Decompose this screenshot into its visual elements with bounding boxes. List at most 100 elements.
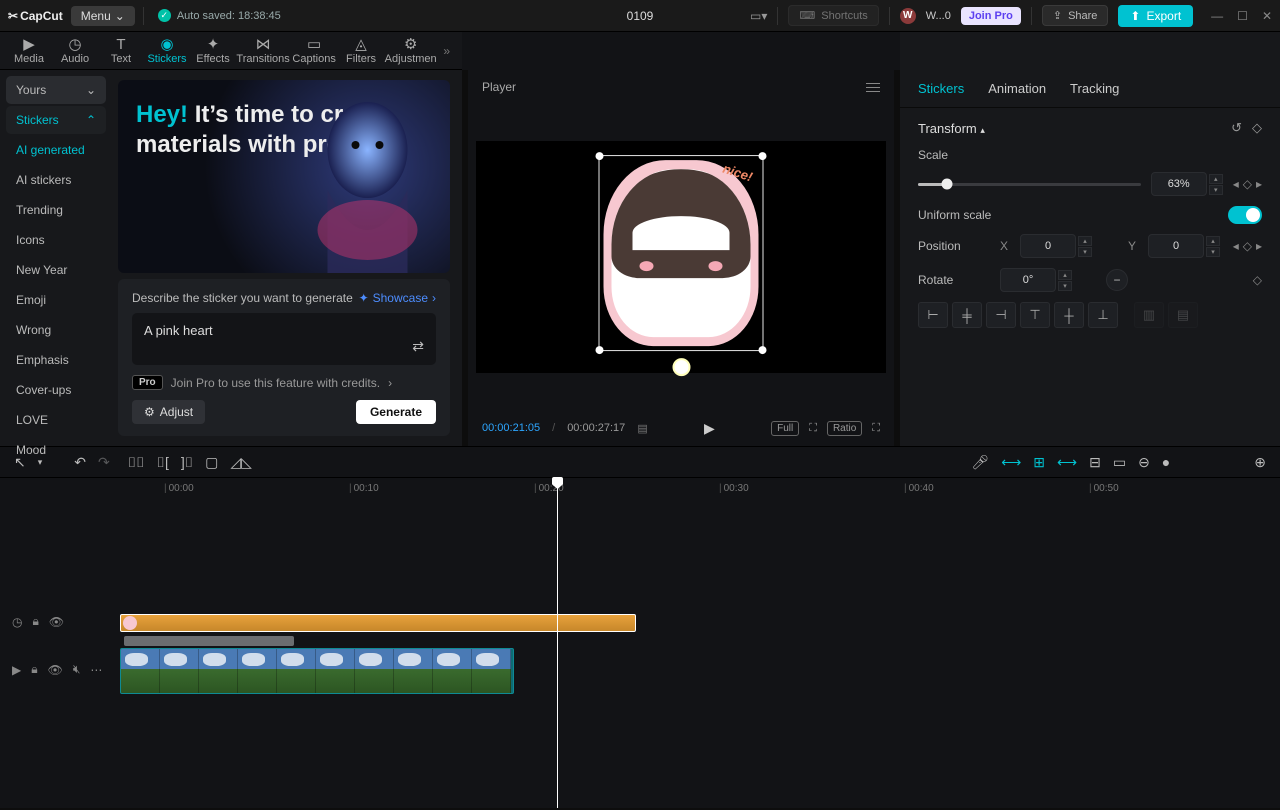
minimize-icon[interactable]: — bbox=[1211, 9, 1223, 23]
showcase-link[interactable]: ✦ Showcase › bbox=[359, 291, 436, 305]
scale-stepper[interactable]: ▴▾ bbox=[1209, 174, 1223, 195]
crop-icon[interactable]: ⛶ bbox=[809, 422, 817, 435]
cat-ai-stickers[interactable]: AI stickers bbox=[6, 166, 106, 194]
resize-handle-tl[interactable] bbox=[596, 152, 604, 160]
align-center-v[interactable]: ┼ bbox=[1054, 302, 1084, 328]
align-left[interactable]: ⊢ bbox=[918, 302, 948, 328]
zoom-slider[interactable]: ● bbox=[1162, 454, 1170, 470]
scale-value[interactable]: 63% bbox=[1151, 172, 1207, 196]
share-button[interactable]: ⇪ Share bbox=[1042, 5, 1109, 26]
keyframe-icon[interactable]: ◇ bbox=[1243, 239, 1252, 253]
project-name[interactable]: 0109 bbox=[627, 9, 654, 23]
tab-media[interactable]: ▶Media bbox=[6, 33, 52, 68]
tab-effects[interactable]: ✦Effects bbox=[190, 33, 236, 68]
menu-button[interactable]: Menu ⌄ bbox=[71, 6, 135, 26]
cat-emoji[interactable]: Emoji bbox=[6, 286, 106, 314]
split-button[interactable]: ⌷⌷ bbox=[128, 454, 145, 471]
resize-handle-bl[interactable] bbox=[596, 346, 604, 354]
keyframe-icon[interactable]: ◇ bbox=[1243, 177, 1252, 191]
uniform-scale-toggle[interactable] bbox=[1228, 206, 1262, 224]
redo-button[interactable]: ↷ bbox=[98, 454, 110, 471]
tab-audio[interactable]: ◷Audio bbox=[52, 33, 98, 68]
keyframe-prev-icon[interactable]: ◂ bbox=[1233, 177, 1239, 191]
cat-love[interactable]: LOVE bbox=[6, 406, 106, 434]
full-button[interactable]: Full bbox=[771, 421, 799, 436]
keyframe-next-icon[interactable]: ▸ bbox=[1256, 177, 1262, 191]
zoom-in-icon[interactable]: ⊕ bbox=[1254, 454, 1266, 471]
resize-handle-br[interactable] bbox=[759, 346, 767, 354]
aspect-menu-icon[interactable]: ▭▾ bbox=[750, 9, 767, 23]
link-icon[interactable]: ⊟ bbox=[1089, 454, 1101, 471]
timeline[interactable]: ◷🔒︎👁 ▶🔒︎👁🔇︎⋯ ✎Cover bbox=[0, 498, 1280, 808]
cat-new-year[interactable]: New Year bbox=[6, 256, 106, 284]
join-pro-button[interactable]: Join Pro bbox=[961, 7, 1021, 25]
reset-icon[interactable]: ↺ bbox=[1231, 120, 1242, 136]
ai-generated-item[interactable]: AI generated bbox=[6, 136, 106, 164]
tab-stickers[interactable]: Stickers bbox=[918, 81, 964, 96]
scale-slider[interactable] bbox=[918, 183, 1141, 186]
video-clip[interactable] bbox=[120, 648, 514, 694]
prompt-input[interactable]: A pink heart ⇄ bbox=[132, 313, 436, 365]
pointer-menu-icon[interactable]: ▾ bbox=[38, 457, 43, 468]
tab-animation[interactable]: Animation bbox=[988, 81, 1046, 96]
compare-icon[interactable]: ▤ bbox=[637, 422, 647, 435]
x-stepper[interactable]: ▴▾ bbox=[1078, 236, 1092, 257]
adjust-button[interactable]: ⚙Adjust bbox=[132, 400, 205, 424]
play-button[interactable]: ▶ bbox=[704, 420, 715, 437]
zoom-out-icon[interactable]: ⊖ bbox=[1138, 454, 1150, 471]
player-menu-icon[interactable] bbox=[866, 83, 880, 92]
stickers-category[interactable]: Stickers⌃ bbox=[6, 106, 106, 134]
cat-icons[interactable]: Icons bbox=[6, 226, 106, 254]
align-bottom[interactable]: ⊥ bbox=[1088, 302, 1118, 328]
align-right[interactable]: ⊣ bbox=[986, 302, 1016, 328]
sticker-selection[interactable]: nice! bbox=[599, 155, 764, 351]
close-icon[interactable]: ✕ bbox=[1262, 9, 1272, 23]
export-button[interactable]: ⬆ Export bbox=[1118, 5, 1193, 27]
keyframe-prev-icon[interactable]: ◂ bbox=[1233, 239, 1239, 253]
cat-wrong[interactable]: Wrong bbox=[6, 316, 106, 344]
keyframe-icon[interactable]: ◇ bbox=[1252, 120, 1262, 136]
tab-text[interactable]: TText bbox=[98, 33, 144, 68]
rotate-value[interactable]: 0° bbox=[1000, 268, 1056, 292]
tab-filters[interactable]: ◬Filters bbox=[338, 33, 384, 68]
keyframe-icon[interactable]: ◇ bbox=[1253, 273, 1262, 287]
rotate-handle[interactable] bbox=[672, 358, 690, 376]
cat-trending[interactable]: Trending bbox=[6, 196, 106, 224]
flip-button[interactable]: − bbox=[1106, 269, 1128, 291]
delete-button[interactable]: ▢ bbox=[205, 454, 218, 471]
cat-coverups[interactable]: Cover-ups bbox=[6, 376, 106, 404]
keyframe-next-icon[interactable]: ▸ bbox=[1256, 239, 1262, 253]
generate-button[interactable]: Generate bbox=[356, 400, 436, 424]
maximize-icon[interactable]: ☐ bbox=[1237, 9, 1248, 23]
preview-icon[interactable]: ▭ bbox=[1113, 454, 1126, 471]
tab-adjustment[interactable]: ⚙Adjustmen bbox=[384, 33, 437, 68]
mirror-button[interactable]: ◿◺ bbox=[230, 454, 252, 471]
rotate-stepper[interactable]: ▴▾ bbox=[1058, 270, 1072, 291]
yours-dropdown[interactable]: Yours⌄ bbox=[6, 76, 106, 104]
shuffle-icon[interactable]: ⇄ bbox=[412, 338, 424, 355]
player-canvas[interactable]: nice! bbox=[476, 141, 886, 373]
trim-right-button[interactable]: ]⌷ bbox=[181, 454, 193, 471]
align-center-h[interactable]: ╪ bbox=[952, 302, 982, 328]
pointer-tool[interactable]: ↖ bbox=[14, 454, 26, 471]
tab-captions[interactable]: ▭Captions bbox=[290, 33, 338, 68]
align-top[interactable]: ⊤ bbox=[1020, 302, 1050, 328]
title-clip[interactable] bbox=[124, 636, 294, 646]
section-title[interactable]: Transform ▴ bbox=[918, 121, 985, 136]
resize-handle-tr[interactable] bbox=[759, 152, 767, 160]
y-value[interactable]: 0 bbox=[1148, 234, 1204, 258]
avatar[interactable]: W bbox=[900, 8, 916, 24]
timeline-ruler[interactable]: 00:00 00:10 00:20 00:30 00:40 00:50 bbox=[0, 478, 1280, 498]
snap-button-3[interactable]: ⟷ bbox=[1057, 454, 1077, 471]
tab-stickers[interactable]: ◉Stickers bbox=[144, 33, 190, 68]
player-stage[interactable]: nice! bbox=[468, 104, 894, 410]
sticker-clip[interactable] bbox=[120, 614, 636, 632]
playhead[interactable] bbox=[557, 478, 558, 808]
y-stepper[interactable]: ▴▾ bbox=[1206, 236, 1220, 257]
shortcuts-button[interactable]: ⌨ Shortcuts bbox=[788, 5, 878, 26]
cat-emphasis[interactable]: Emphasis bbox=[6, 346, 106, 374]
fullscreen-icon[interactable]: ⛶ bbox=[872, 422, 880, 435]
ratio-button[interactable]: Ratio bbox=[827, 421, 862, 436]
mic-icon[interactable]: 🎤︎ bbox=[971, 454, 989, 471]
snap-button-1[interactable]: ⟷ bbox=[1001, 454, 1021, 471]
